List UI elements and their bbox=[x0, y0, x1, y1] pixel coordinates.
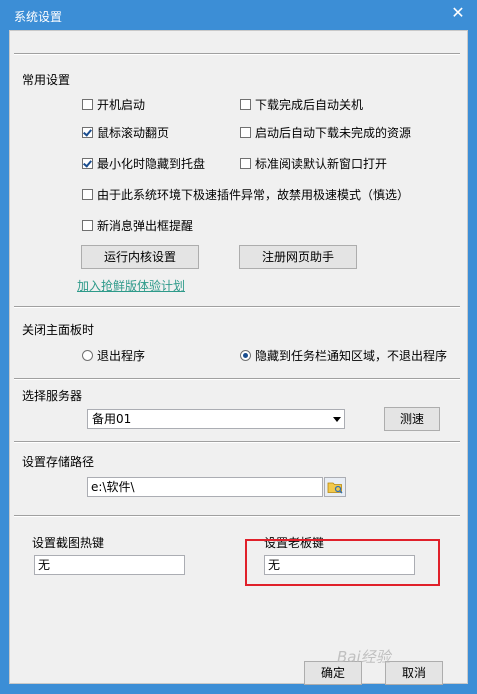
radio-label: 隐藏到任务栏通知区域，不退出程序 bbox=[255, 349, 448, 363]
divider bbox=[14, 306, 460, 308]
checkbox-label: 由于此系统环境下极速插件异常，故禁用极速模式（慎选） bbox=[97, 188, 410, 202]
checkbox-box bbox=[82, 127, 93, 138]
checkbox-label: 鼠标滚动翻页 bbox=[97, 126, 170, 140]
divider bbox=[14, 378, 460, 380]
radio-circle bbox=[240, 350, 251, 361]
highlight-box bbox=[245, 539, 440, 586]
button-label: 注册网页助手 bbox=[261, 250, 334, 264]
checkbox-label: 下载完成后自动关机 bbox=[255, 98, 364, 112]
auto-resume-download-checkbox[interactable]: 启动后自动下载未完成的资源 bbox=[240, 124, 411, 141]
startup-checkbox[interactable]: 开机启动 bbox=[82, 96, 145, 113]
checkbox-box bbox=[82, 158, 93, 169]
checkbox-box bbox=[82, 220, 93, 231]
divider bbox=[14, 441, 460, 443]
message-popup-checkbox[interactable]: 新消息弹出框提醒 bbox=[82, 217, 193, 234]
watermark-text: Bai经验 bbox=[337, 648, 391, 666]
speed-test-button[interactable]: 测速 bbox=[384, 407, 440, 431]
title-bar[interactable]: 系统设置 ✕ bbox=[0, 0, 477, 30]
close-panel-label: 关闭主面板时 bbox=[22, 323, 95, 337]
server-label: 选择服务器 bbox=[22, 389, 83, 403]
button-label: 取消 bbox=[401, 666, 426, 680]
checkbox-label: 启动后自动下载未完成的资源 bbox=[255, 126, 412, 140]
button-label: 测速 bbox=[399, 412, 424, 426]
divider bbox=[14, 515, 460, 517]
checkbox-label: 最小化时隐藏到托盘 bbox=[97, 157, 206, 171]
minimize-to-tray-checkbox[interactable]: 最小化时隐藏到托盘 bbox=[82, 155, 205, 172]
cancel-button[interactable]: 取消 bbox=[385, 661, 443, 685]
server-select[interactable]: 备用01 bbox=[87, 409, 345, 429]
exit-program-radio[interactable]: 退出程序 bbox=[82, 347, 145, 364]
button-label: 运行内核设置 bbox=[103, 250, 176, 264]
storage-path-input[interactable]: e:\软件\ bbox=[87, 477, 323, 497]
shutdown-after-download-checkbox[interactable]: 下载完成后自动关机 bbox=[240, 96, 363, 113]
checkbox-box bbox=[240, 99, 251, 110]
server-selected-value: 备用01 bbox=[92, 412, 132, 426]
kernel-settings-button[interactable]: 运行内核设置 bbox=[81, 245, 199, 269]
window-title: 系统设置 bbox=[14, 10, 63, 24]
checkbox-label: 标准阅读默认新窗口打开 bbox=[255, 157, 388, 171]
register-web-helper-button[interactable]: 注册网页助手 bbox=[239, 245, 357, 269]
checkbox-label: 新消息弹出框提醒 bbox=[97, 219, 194, 233]
radio-circle bbox=[82, 350, 93, 361]
settings-window: 系统设置 ✕ 常用设置 开机启动 下载完成后自动关机 鼠标滚动翻页 启动后自动下… bbox=[0, 0, 477, 694]
checkbox-label: 开机启动 bbox=[97, 98, 146, 112]
screenshot-hotkey-label: 设置截图热键 bbox=[32, 536, 105, 550]
beta-program-link[interactable]: 加入抢鲜版体验计划 bbox=[77, 277, 185, 294]
screenshot-hotkey-input[interactable]: 无 bbox=[34, 555, 185, 575]
checkbox-box bbox=[240, 127, 251, 138]
disable-speed-mode-checkbox[interactable]: 由于此系统环境下极速插件异常，故禁用极速模式（慎选） bbox=[82, 186, 409, 203]
divider bbox=[14, 53, 460, 55]
chevron-down-icon bbox=[333, 417, 341, 422]
checkbox-box bbox=[240, 158, 251, 169]
folder-icon bbox=[327, 482, 343, 494]
new-window-reading-checkbox[interactable]: 标准阅读默认新窗口打开 bbox=[240, 155, 387, 172]
checkbox-box bbox=[82, 99, 93, 110]
checkbox-box bbox=[82, 189, 93, 200]
close-icon[interactable]: ✕ bbox=[449, 4, 467, 22]
hide-to-tray-radio[interactable]: 隐藏到任务栏通知区域，不退出程序 bbox=[240, 347, 447, 364]
storage-path-label: 设置存储路径 bbox=[22, 455, 95, 469]
radio-label: 退出程序 bbox=[97, 349, 146, 363]
mouse-scroll-page-checkbox[interactable]: 鼠标滚动翻页 bbox=[82, 124, 169, 141]
browse-folder-button[interactable] bbox=[324, 477, 346, 497]
dialog-body: 常用设置 开机启动 下载完成后自动关机 鼠标滚动翻页 启动后自动下载未完成的资源… bbox=[9, 30, 468, 685]
common-settings-label: 常用设置 bbox=[22, 73, 71, 87]
